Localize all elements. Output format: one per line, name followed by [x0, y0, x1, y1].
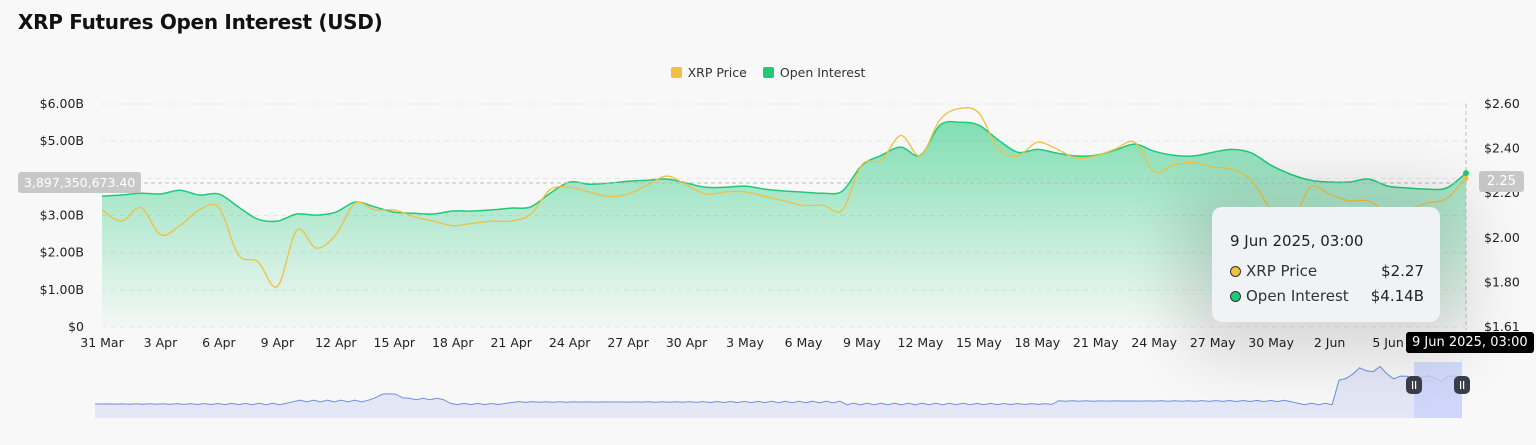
- tooltip-label: Open Interest: [1246, 287, 1349, 305]
- x-tick-label: 3 Apr: [144, 335, 178, 350]
- x-tick-label: 12 May: [898, 335, 944, 350]
- tooltip-row-oi: Open Interest $4.14B: [1230, 287, 1424, 305]
- tooltip-value: $4.14B: [1370, 287, 1424, 305]
- y-left-tick-label: $0: [68, 319, 84, 334]
- y-right-tick-label: $1.80: [1484, 274, 1520, 289]
- handle-grip: [1412, 381, 1414, 389]
- price-dot-icon: [1230, 265, 1241, 277]
- x-tick-label: 12 Apr: [315, 335, 357, 350]
- x-tick-label: 3 May: [726, 335, 764, 350]
- y-left-tick-label: $2.00B: [40, 245, 84, 260]
- crosshair-right-value: 2.25: [1479, 171, 1524, 192]
- x-tick-label: 2 Jun: [1314, 335, 1345, 350]
- x-tick-label: 30 May: [1248, 335, 1294, 350]
- x-tick-label: 5 Jun: [1372, 335, 1403, 350]
- x-tick-label: 31 Mar: [80, 335, 124, 350]
- open-interest-point: [1463, 170, 1469, 177]
- oi-dot-icon: [1230, 290, 1241, 302]
- crosshair-x-label: 9 Jun 2025, 03:00: [1406, 332, 1534, 353]
- x-tick-label: 27 May: [1190, 335, 1236, 350]
- x-tick-label: 9 Apr: [261, 335, 295, 350]
- tooltip: 9 Jun 2025, 03:00 XRP Price $2.27 Open I…: [1212, 207, 1440, 322]
- x-tick-label: 24 Apr: [549, 335, 591, 350]
- x-tick-label: 24 May: [1131, 335, 1177, 350]
- x-tick-label: 15 Apr: [374, 335, 416, 350]
- x-tick-label: 21 Apr: [490, 335, 532, 350]
- y-left-tick-label: $1.00B: [40, 282, 84, 297]
- x-tick-label: 15 May: [956, 335, 1002, 350]
- tooltip-date: 9 Jun 2025, 03:00: [1230, 232, 1364, 250]
- x-tick-label: 18 May: [1014, 335, 1060, 350]
- x-tick-label: 9 May: [843, 335, 881, 350]
- x-tick-label: 6 May: [785, 335, 823, 350]
- y-left-tick-label: $6.00B: [40, 96, 84, 111]
- handle-grip: [1460, 381, 1462, 389]
- tooltip-value: $2.27: [1381, 262, 1424, 280]
- x-tick-label: 18 Apr: [432, 335, 474, 350]
- tooltip-row-price: XRP Price $2.27: [1230, 262, 1424, 280]
- y-left-tick-label: $5.00B: [40, 133, 84, 148]
- x-tick-label: 30 Apr: [666, 335, 708, 350]
- navigator-area: [95, 366, 1462, 418]
- chart-page: XRP Futures Open Interest (USD) XRP Pric…: [0, 0, 1536, 445]
- tooltip-label: XRP Price: [1246, 262, 1318, 280]
- navigator-handle-right[interactable]: [1454, 376, 1470, 394]
- x-tick-label: 21 May: [1073, 335, 1119, 350]
- navigator-handle-left[interactable]: [1406, 376, 1422, 394]
- handle-grip: [1415, 381, 1417, 389]
- y-right-tick-label: $2.40: [1484, 141, 1520, 156]
- y-right-tick-label: $2.60: [1484, 96, 1520, 111]
- y-right-tick-label: $2.00: [1484, 230, 1520, 245]
- x-tick-label: 6 Apr: [202, 335, 236, 350]
- handle-grip: [1463, 381, 1465, 389]
- crosshair-left-value: 3,897,350,673.40: [18, 172, 142, 193]
- xrp-price-point: [1463, 175, 1469, 181]
- navigator-line: [95, 365, 1463, 406]
- navigator[interactable]: [95, 362, 1470, 418]
- y-left-tick-label: $3.00B: [40, 208, 84, 223]
- x-tick-label: 27 Apr: [607, 335, 649, 350]
